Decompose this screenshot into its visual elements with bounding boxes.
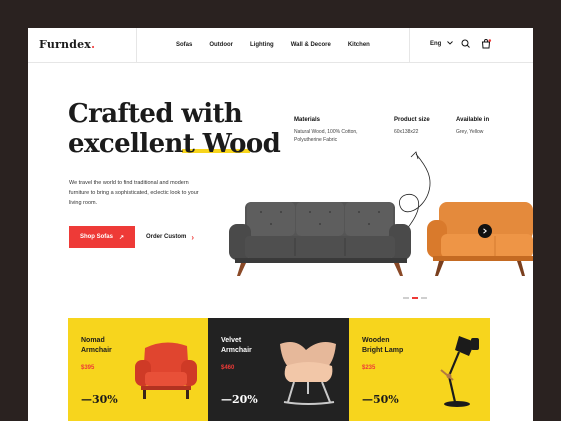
brand-logo[interactable]: Furndex.: [39, 38, 95, 51]
language-label: Eng: [430, 41, 442, 47]
order-custom-button[interactable]: Order Custom ›: [146, 226, 194, 248]
nav-link-sofas[interactable]: Sofas: [176, 42, 192, 48]
search-icon[interactable]: [460, 38, 472, 50]
carousel-dot[interactable]: [421, 297, 427, 299]
product-card-nomad-armchair[interactable]: Nomad Armchair $395 —30%: [68, 318, 209, 421]
orange-sofa-image[interactable]: [425, 198, 533, 278]
nav-divider: [136, 28, 137, 62]
orange-armchair-image: [135, 342, 197, 399]
chevron-right-icon: ›: [191, 232, 195, 242]
nav-link-lighting[interactable]: Lighting: [250, 42, 274, 48]
hero-title: Crafted with excellent Wood: [68, 99, 281, 159]
product-discount: —20%: [221, 393, 258, 406]
nav-link-wall-decore[interactable]: Wall & Decore: [291, 42, 331, 48]
hero-title-line2: excellent Wood: [68, 129, 281, 159]
grey-sofa-image[interactable]: [227, 198, 413, 278]
shop-sofas-label: Shop Sofas: [79, 234, 113, 240]
spec-heading: Materials: [294, 117, 321, 123]
spec-available-in: Available in Grey, Yellow: [456, 116, 516, 136]
arrow-up-right-icon: ↗: [118, 234, 125, 241]
product-price: $460: [221, 365, 235, 371]
product-card-wooden-bright-lamp[interactable]: Wooden Bright Lamp $235 —50%: [349, 318, 490, 421]
nav-divider: [409, 28, 410, 62]
arrow-right-icon: [483, 228, 487, 234]
carousel-dot[interactable]: [403, 297, 409, 299]
chevron-down-icon: [447, 41, 453, 45]
hero-description: We travel the world to find traditional …: [69, 180, 199, 206]
product-discount: —50%: [362, 393, 399, 406]
product-title: Velvet Armchair: [221, 337, 252, 354]
order-custom-label: Order Custom: [146, 234, 187, 240]
carousel-dot-active[interactable]: [412, 297, 418, 299]
hero-title-line1: Crafted with: [68, 99, 243, 129]
product-price: $395: [81, 365, 95, 371]
product-title: Wooden Bright Lamp: [362, 337, 404, 354]
product-price: $235: [362, 365, 376, 371]
cart-icon[interactable]: [480, 38, 492, 50]
language-selector[interactable]: Eng: [430, 41, 453, 47]
velvet-armchair-image: [280, 342, 336, 405]
nav-link-outdoor[interactable]: Outdoor: [209, 42, 233, 48]
spec-value: 60x138x22: [394, 129, 419, 135]
nav-links: Sofas Outdoor Lighting Wall & Decore Kit…: [176, 42, 387, 48]
shop-sofas-button[interactable]: Shop Sofas ↗: [69, 226, 135, 248]
landing-page: Furndex. Sofas Outdoor Lighting Wall & D…: [28, 28, 533, 421]
spec-value: Grey, Yellow: [456, 129, 484, 135]
desk-lamp-image: [440, 336, 479, 407]
spec-value: Natural Wood, 100% Cotton, Polyutherine …: [294, 129, 358, 143]
carousel-next-button[interactable]: [478, 224, 492, 238]
product-discount: —30%: [81, 393, 118, 406]
spec-product-size: Product size 60x138x22: [394, 116, 454, 136]
product-card-velvet-armchair[interactable]: Velvet Armchair $460 —20%: [208, 318, 349, 421]
spec-materials: Materials Natural Wood, 100% Cotton, Pol…: [294, 116, 374, 144]
product-title: Nomad Armchair: [81, 337, 112, 354]
nav-link-kitchen[interactable]: Kitchen: [348, 42, 370, 48]
spec-heading: Available in: [456, 117, 490, 123]
spec-heading: Product size: [394, 117, 430, 123]
top-nav: Furndex. Sofas Outdoor Lighting Wall & D…: [28, 28, 533, 63]
carousel-indicator: [403, 297, 427, 299]
